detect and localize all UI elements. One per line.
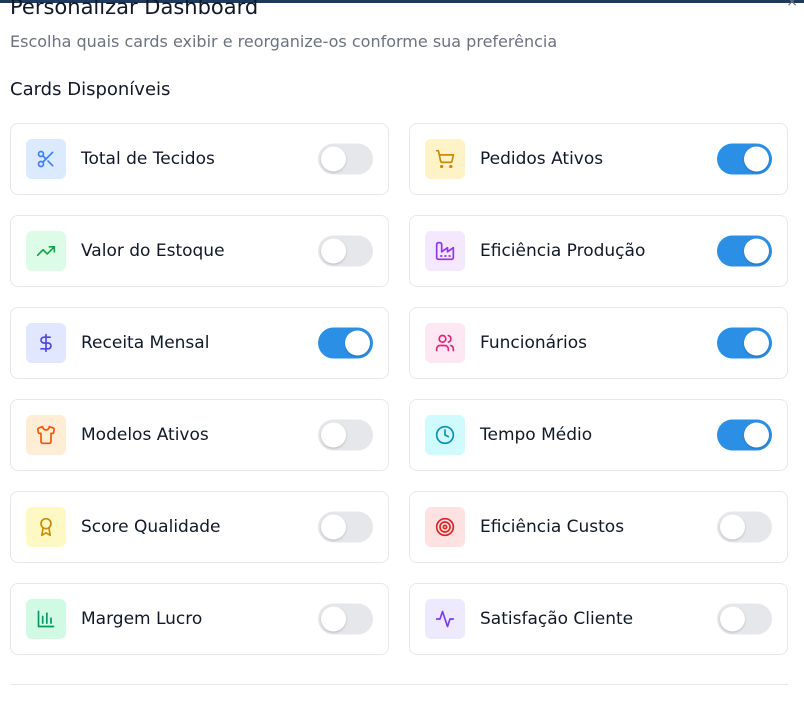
dialog-title: Personalizar Dashboard	[10, 0, 259, 19]
card-score-qualidade: Score Qualidade	[10, 491, 389, 563]
toggle-modelos-ativos[interactable]	[318, 419, 373, 451]
toggle-knob	[744, 422, 769, 448]
card-pedidos-ativos: Pedidos Ativos	[409, 123, 788, 195]
toggle-total-de-tecidos[interactable]	[318, 143, 373, 175]
card-total-de-tecidos: Total de Tecidos	[10, 123, 389, 195]
toggle-knob	[744, 238, 769, 264]
toggle-knob	[720, 606, 745, 632]
scissors-icon	[26, 139, 66, 179]
shirt-icon	[26, 415, 66, 455]
card-margem-lucro: Margem Lucro	[10, 583, 389, 655]
trending-up-icon	[26, 231, 66, 271]
toggle-knob	[720, 514, 745, 540]
card-tempo-medio: Tempo Médio	[409, 399, 788, 471]
bar-chart-icon	[26, 599, 66, 639]
toggle-funcionarios[interactable]	[717, 327, 772, 359]
card-label: Modelos Ativos	[81, 425, 209, 445]
card-modelos-ativos: Modelos Ativos	[10, 399, 389, 471]
toggle-knob	[744, 146, 769, 172]
factory-icon	[425, 231, 465, 271]
card-label: Receita Mensal	[81, 333, 210, 353]
toggle-knob	[321, 146, 346, 172]
toggle-margem-lucro[interactable]	[318, 603, 373, 635]
toggle-knob	[321, 238, 346, 264]
toggle-knob	[321, 606, 346, 632]
card-label: Eficiência Produção	[480, 241, 646, 261]
card-label: Eficiência Custos	[480, 517, 625, 537]
activity-icon	[425, 599, 465, 639]
toggle-valor-do-estoque[interactable]	[318, 235, 373, 267]
dialog-subtitle: Escolha quais cards exibir e reorganize-…	[10, 32, 558, 51]
card-funcionarios: Funcionários	[409, 307, 788, 379]
card-label: Pedidos Ativos	[480, 149, 604, 169]
card-label: Funcionários	[480, 333, 588, 353]
card-eficiencia-custos: Eficiência Custos	[409, 491, 788, 563]
shopping-cart-icon	[425, 139, 465, 179]
card-eficiencia-producao: Eficiência Produção	[409, 215, 788, 287]
clock-icon	[425, 415, 465, 455]
toggle-tempo-medio[interactable]	[717, 419, 772, 451]
card-satisfacao-cliente: Satisfação Cliente	[409, 583, 788, 655]
card-receita-mensal: Receita Mensal	[10, 307, 389, 379]
toggle-knob	[321, 422, 346, 448]
toggle-score-qualidade[interactable]	[318, 511, 373, 543]
target-icon	[425, 507, 465, 547]
toggle-receita-mensal[interactable]	[318, 327, 373, 359]
toggle-eficiencia-custos[interactable]	[717, 511, 772, 543]
card-label: Tempo Médio	[480, 425, 593, 445]
card-label: Score Qualidade	[81, 517, 221, 537]
section-title: Cards Disponíveis	[10, 79, 171, 100]
card-valor-do-estoque: Valor do Estoque	[10, 215, 389, 287]
divider	[10, 684, 788, 685]
award-icon	[26, 507, 66, 547]
toggle-pedidos-ativos[interactable]	[717, 143, 772, 175]
card-label: Valor do Estoque	[81, 241, 225, 261]
users-icon	[425, 323, 465, 363]
card-label: Margem Lucro	[81, 609, 203, 629]
close-icon[interactable]: ×	[786, 0, 798, 10]
toggle-eficiencia-producao[interactable]	[717, 235, 772, 267]
card-label: Total de Tecidos	[81, 149, 215, 169]
toggle-satisfacao-cliente[interactable]	[717, 603, 772, 635]
dollar-sign-icon	[26, 323, 66, 363]
toggle-knob	[744, 330, 769, 356]
cards-grid: Total de Tecidos Pedidos Ativos Valor do…	[10, 123, 788, 655]
toggle-knob	[345, 330, 370, 356]
toggle-knob	[321, 514, 346, 540]
card-label: Satisfação Cliente	[480, 609, 634, 629]
